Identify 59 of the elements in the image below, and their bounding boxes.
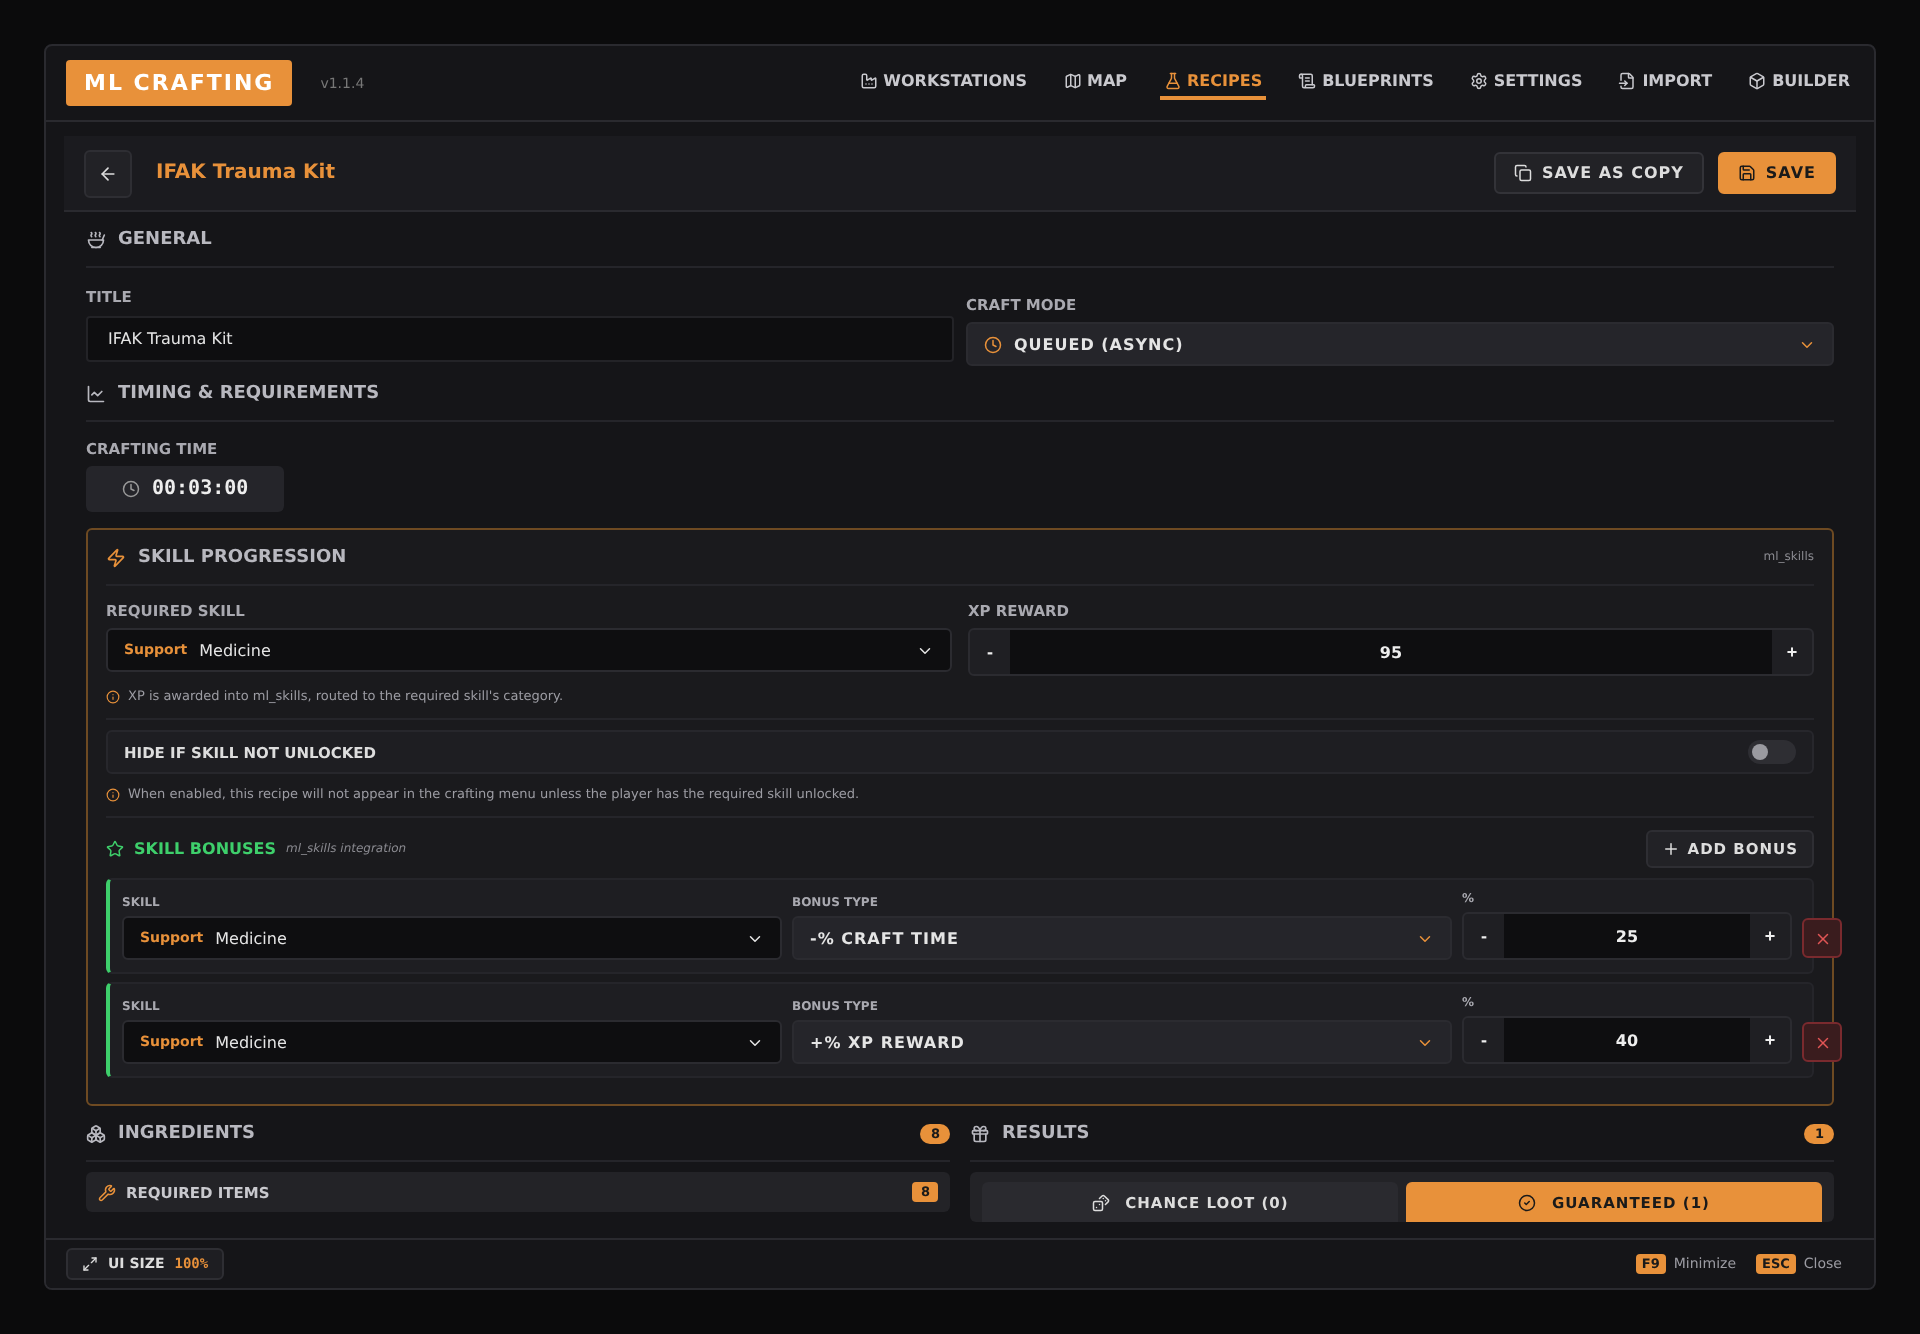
crafting-time-field[interactable]: 00:03:00 [86, 466, 285, 512]
section-heading: TIMING & REQUIREMENTS [118, 383, 380, 403]
clock-icon [984, 335, 1002, 353]
section-heading: SKILL PROGRESSION [138, 547, 347, 567]
resize-arrows-icon [82, 1256, 98, 1272]
factory-icon [859, 72, 878, 90]
increment-button[interactable]: + [1772, 630, 1812, 674]
nav-tab[interactable]: RECIPES [1159, 66, 1267, 100]
bonus-value-input[interactable]: 25 [1504, 914, 1750, 958]
recipe-title: IFAK Trauma Kit [156, 162, 336, 184]
section-heading: GENERAL [118, 229, 212, 249]
close-icon [1813, 929, 1831, 947]
section-heading: INGREDIENTS [118, 1123, 255, 1143]
star-icon [106, 839, 124, 857]
increment-button[interactable]: + [1750, 1018, 1790, 1062]
save-copy-button[interactable]: SAVE AS COPY [1494, 152, 1704, 194]
nav-tab[interactable]: WORKSTATIONS [855, 66, 1031, 100]
decrement-button[interactable]: - [1464, 1018, 1504, 1062]
craft-mode-select[interactable]: QUEUED (ASYNC) [966, 322, 1834, 366]
bonus-type-select[interactable]: -% CRAFT TIME [792, 916, 1452, 960]
copy-icon [1514, 164, 1532, 182]
boxes-icon [86, 1123, 106, 1143]
bonus-type-select[interactable]: +% XP REWARD [792, 1020, 1452, 1064]
nav-tab[interactable]: MAP [1059, 66, 1132, 100]
decrement-button[interactable]: - [970, 630, 1010, 674]
map-icon [1063, 72, 1081, 90]
save-button[interactable]: SAVE [1717, 152, 1836, 194]
dice-icon [1091, 1193, 1110, 1211]
back-arrow-icon [98, 163, 118, 183]
bonus-value-input[interactable]: 40 [1504, 1018, 1750, 1062]
gift-icon [970, 1123, 990, 1143]
check-circle-icon [1518, 1193, 1537, 1211]
close-icon [1813, 1033, 1831, 1051]
title-input[interactable]: IFAK Trauma Kit [86, 316, 954, 362]
xp-reward-input[interactable]: 95 [1010, 630, 1772, 674]
nav-tab[interactable]: BLUEPRINTS [1294, 66, 1438, 100]
nav-tab[interactable]: SETTINGS [1465, 66, 1587, 100]
back-button[interactable] [84, 149, 132, 197]
settings-icon [1469, 72, 1488, 90]
line-chart-icon [86, 383, 106, 403]
bowl-icon [86, 229, 106, 249]
increment-button[interactable]: + [1750, 914, 1790, 958]
lightning-icon [106, 547, 126, 567]
file-import-icon [1618, 72, 1637, 90]
toggle-switch[interactable] [1748, 740, 1796, 764]
cube-icon [1748, 72, 1767, 90]
plus-icon [1661, 839, 1680, 857]
flask-icon [1163, 72, 1182, 90]
scroll-icon [1298, 72, 1317, 90]
info-icon [106, 787, 120, 801]
nav-tab[interactable]: IMPORT [1614, 66, 1717, 100]
nav-tab[interactable]: BUILDER [1744, 66, 1854, 100]
decrement-button[interactable]: - [1464, 914, 1504, 958]
section-heading: RESULTS [1002, 1123, 1090, 1143]
tools-icon [98, 1183, 116, 1201]
section-heading: SKILL BONUSES [134, 839, 276, 857]
clock-icon [122, 480, 140, 498]
info-icon [106, 689, 120, 703]
app-logo: ML CRAFTING [66, 60, 293, 106]
